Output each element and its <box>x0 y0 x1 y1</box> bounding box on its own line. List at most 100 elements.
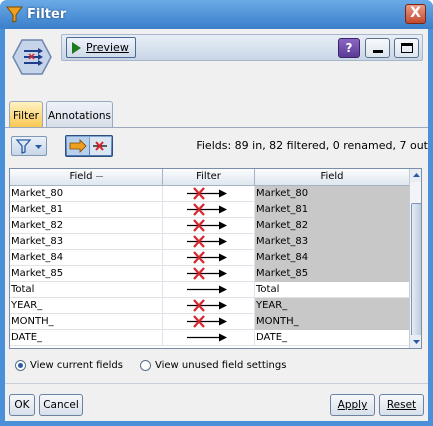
input-field-cell: Total <box>10 282 163 298</box>
output-field-cell: Total <box>256 284 280 295</box>
input-field-cell: Market_83 <box>10 234 163 250</box>
table-row[interactable]: Market_85 Market_85 <box>10 266 409 282</box>
preview-button[interactable]: Preview <box>66 37 136 58</box>
scroll-up-icon <box>413 173 420 177</box>
output-field-cell: MONTH_ <box>255 314 409 330</box>
filter-header[interactable]: Filter <box>163 169 255 186</box>
filtered-arrow-icon <box>187 235 227 248</box>
input-field-cell: Market_82 <box>10 218 163 234</box>
filtered-arrow-icon <box>187 251 227 264</box>
input-field-header[interactable]: Field <box>10 169 163 186</box>
table-row[interactable]: YEAR_ YEAR_ <box>10 298 409 314</box>
reset-label: Reset <box>386 399 417 411</box>
input-field-cell: YEAR_ <box>10 298 163 314</box>
view-current-fields-option[interactable]: View current fields <box>15 360 123 371</box>
vertical-scrollbar[interactable] <box>409 169 421 348</box>
input-field-cell: MONTH_ <box>10 314 163 330</box>
tab-divider <box>5 127 428 128</box>
minimize-icon <box>373 50 383 53</box>
ok-label: OK <box>14 399 30 411</box>
help-icon: ? <box>345 41 353 55</box>
input-field-header-label: Field <box>69 171 93 182</box>
tab-annotations[interactable]: Annotations <box>46 101 113 128</box>
cancel-label: Cancel <box>43 399 79 411</box>
filter-node-hex-icon <box>12 39 52 75</box>
fields-summary: Fields: 89 in, 82 filtered, 0 renamed, 7… <box>196 139 428 152</box>
pass-arrow-icon <box>187 285 227 294</box>
filter-node-icon <box>6 6 23 23</box>
filter-toggle-cell[interactable] <box>163 202 255 218</box>
output-field-cell: YEAR_ <box>255 298 409 314</box>
filter-toggle-icon <box>67 137 111 155</box>
view-current-fields-radio[interactable] <box>15 360 26 371</box>
dialog-body: Preview ? Filter Annotations Fields: 89 … <box>5 29 428 421</box>
node-toolbar: Preview ? <box>61 34 423 61</box>
funnel-icon <box>15 139 42 154</box>
table-row[interactable]: Market_84 Market_84 <box>10 250 409 266</box>
scroll-up-button[interactable] <box>410 169 421 182</box>
filter-toggle-cell[interactable] <box>163 266 255 282</box>
view-unused-fields-option[interactable]: View unused field settings <box>140 360 286 371</box>
filter-toggle-cell[interactable] <box>163 314 255 330</box>
tab-filter-label: Filter <box>12 110 39 122</box>
output-field-cell: Market_85 <box>255 266 409 282</box>
filtered-arrow-icon <box>187 315 227 328</box>
scroll-down-button[interactable] <box>410 335 421 348</box>
filtered-arrow-icon <box>187 267 227 280</box>
table-row[interactable]: Market_82 Market_82 <box>10 218 409 234</box>
input-field-cell: Market_81 <box>10 202 163 218</box>
filter-toggle-cell[interactable] <box>163 250 255 266</box>
fields-table: Field Filter Field Market_80 Market_80 Mar… <box>9 168 422 349</box>
filter-header-label: Filter <box>196 171 221 182</box>
filtered-arrow-icon <box>187 219 227 232</box>
output-field-cell: Market_84 <box>255 250 409 266</box>
tab-filter[interactable]: Filter <box>9 101 43 128</box>
input-field-cell: Market_84 <box>10 250 163 266</box>
view-unused-fields-label: View unused field settings <box>155 360 287 371</box>
maximize-icon <box>401 43 413 53</box>
apply-label: Apply <box>337 399 368 411</box>
filter-toggle-cell[interactable] <box>163 330 255 346</box>
filter-toggle-cell[interactable] <box>163 218 255 234</box>
scroll-thumb[interactable] <box>411 203 421 338</box>
table-row[interactable]: Market_81 Market_81 <box>10 202 409 218</box>
help-button[interactable]: ? <box>338 38 360 58</box>
reset-button[interactable]: Reset <box>379 394 424 416</box>
toggle-filter-button[interactable] <box>65 135 113 157</box>
output-field-cell: Market_83 <box>255 234 409 250</box>
filtered-arrow-icon <box>187 187 227 200</box>
bottom-divider <box>5 383 428 384</box>
apply-button[interactable]: Apply <box>330 394 375 416</box>
minimize-button[interactable] <box>365 38 390 58</box>
filter-toggle-cell[interactable] <box>163 282 255 298</box>
output-field-header[interactable]: Field <box>255 169 409 186</box>
ok-button[interactable]: OK <box>9 394 35 416</box>
window-title: Filter <box>27 7 67 22</box>
output-field-header-label: Field <box>320 171 344 182</box>
view-unused-fields-radio[interactable] <box>140 360 151 371</box>
tab-annotations-label: Annotations <box>47 110 112 122</box>
filter-toggle-cell[interactable] <box>163 234 255 250</box>
maximize-button[interactable] <box>394 38 419 58</box>
filter-dialog: Filter X Preview ? Filter Annotations Fi… <box>0 0 433 426</box>
close-button[interactable]: X <box>405 4 426 24</box>
table-row[interactable]: DATE_ DATE_ <box>10 330 409 346</box>
sort-icon <box>95 175 103 177</box>
filter-toggle-cell[interactable] <box>163 298 255 314</box>
filtered-arrow-icon <box>187 203 227 216</box>
cancel-button[interactable]: Cancel <box>39 394 83 416</box>
output-field-cell: Market_80 <box>255 186 409 202</box>
title-bar[interactable]: Filter X <box>0 0 433 29</box>
filter-options-dropdown[interactable] <box>11 136 47 156</box>
input-field-cell: Market_80 <box>10 186 163 202</box>
filter-toggle-cell[interactable] <box>163 186 255 202</box>
input-field-cell: DATE_ <box>10 330 163 346</box>
table-row[interactable]: Market_80 Market_80 <box>10 186 409 202</box>
output-field-cell: Market_82 <box>255 218 409 234</box>
table-row[interactable]: MONTH_ MONTH_ <box>10 314 409 330</box>
play-icon <box>72 42 81 54</box>
input-field-cell: Market_85 <box>10 266 163 282</box>
output-field-cell: DATE_ <box>256 332 288 343</box>
table-row[interactable]: Total Total <box>10 282 409 298</box>
table-row[interactable]: Market_83 Market_83 <box>10 234 409 250</box>
